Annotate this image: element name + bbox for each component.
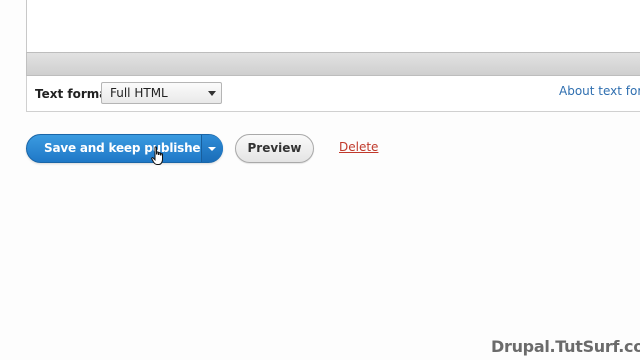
node-edit-page: Text format Full HTML About text form Sa… [0, 0, 640, 360]
save-options-dropdown-toggle[interactable] [202, 135, 223, 162]
watermark: Drupal.TutSurf.com [491, 337, 640, 356]
text-format-select[interactable]: Full HTML [101, 82, 222, 104]
save-and-keep-published-button[interactable]: Save and keep published [44, 141, 209, 155]
delete-link[interactable]: Delete [339, 140, 378, 154]
text-format-bar: Text format Full HTML About text form [26, 76, 640, 112]
chevron-down-icon [208, 91, 216, 96]
chevron-down-icon [208, 147, 216, 151]
preview-button[interactable]: Preview [235, 134, 314, 163]
save-button-group[interactable]: Save and keep published [26, 134, 223, 163]
body-editor[interactable] [26, 0, 640, 52]
text-format-selected-value: Full HTML [110, 86, 168, 100]
about-text-formats-link[interactable]: About text form [559, 84, 640, 98]
hand-pointer-icon [151, 146, 163, 165]
preview-button-label: Preview [247, 141, 302, 155]
editor-status-bar [26, 52, 640, 76]
